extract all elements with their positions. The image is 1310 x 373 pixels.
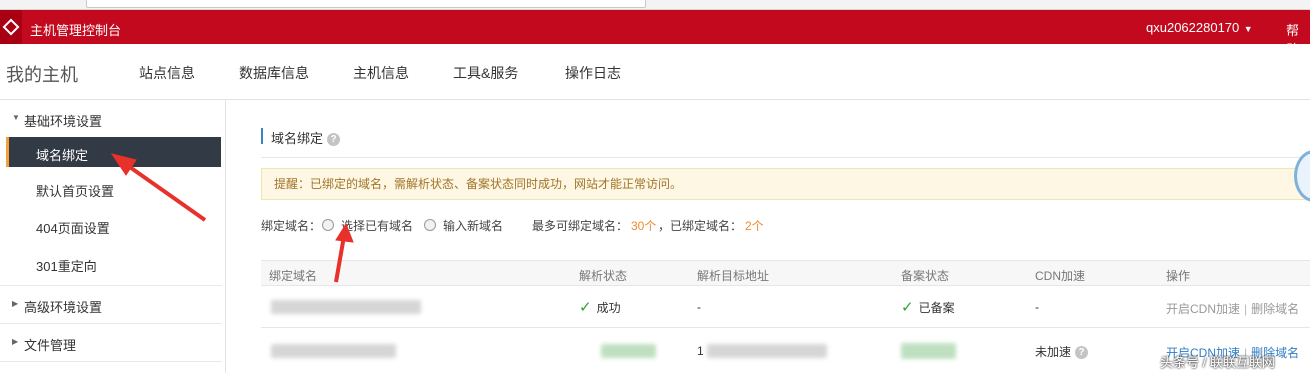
annotation-arrow [334,222,354,283]
watermark: 头条号 / 联联互联网 [1160,355,1275,370]
annotation-arrow [110,153,207,222]
annotation-arrows [110,153,354,283]
